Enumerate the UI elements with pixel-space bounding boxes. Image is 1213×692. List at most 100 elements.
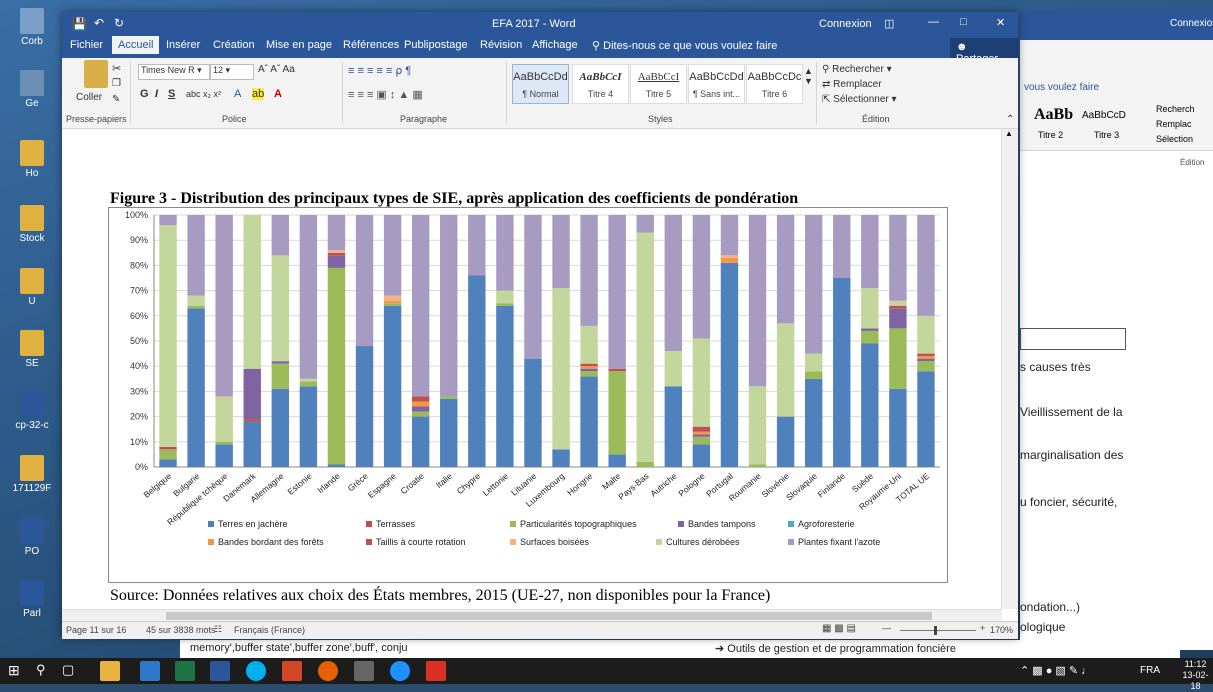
tab-fichier[interactable]: Fichier xyxy=(70,39,103,51)
view-icons[interactable]: ▦ ▩ ▤ xyxy=(822,623,856,634)
scroll-up-icon[interactable]: ▲ xyxy=(1005,129,1013,138)
paste-button[interactable]: Coller xyxy=(76,92,102,103)
font-size-select[interactable]: 12 ▾ xyxy=(210,64,254,80)
cut-icon[interactable]: ✂ xyxy=(112,62,121,75)
paste-icon[interactable] xyxy=(84,60,108,88)
firefox-icon[interactable] xyxy=(318,661,338,681)
bar-segment xyxy=(636,215,654,233)
background-signin[interactable]: Connexion xyxy=(1170,18,1213,29)
styles-scroll-icon[interactable]: ▲ ▼ xyxy=(804,66,813,86)
tab-references[interactable]: Références xyxy=(343,39,399,51)
text-effects-icon[interactable]: A xyxy=(234,88,241,100)
font-name-select[interactable]: Times New R ▾ xyxy=(138,64,210,80)
tab-mise-en-page[interactable]: Mise en page xyxy=(266,39,332,51)
maximize-icon[interactable]: □ xyxy=(960,16,967,28)
underline-icon[interactable]: S xyxy=(168,88,175,100)
document-area[interactable]: Figure 3 - Distribution des principaux t… xyxy=(62,129,1002,609)
ribbon-display-icon[interactable]: ◫ xyxy=(884,17,894,30)
bar-segment xyxy=(776,323,795,417)
style-sans-interligne[interactable]: AaBbCcDd ¶ Sans int... xyxy=(688,64,745,104)
background-find[interactable]: Recherch xyxy=(1156,102,1195,117)
search-icon[interactable]: ⚲ xyxy=(36,662,46,678)
file-explorer-icon[interactable] xyxy=(100,661,120,681)
copy-icon[interactable]: ❐ xyxy=(112,78,121,89)
word-count[interactable]: 45 sur 3838 mots xyxy=(146,625,216,635)
skype-icon[interactable] xyxy=(246,661,266,681)
zoom-level[interactable]: 170% xyxy=(990,625,1013,635)
app-icon[interactable] xyxy=(354,661,374,681)
select-button[interactable]: ⇱ Sélectionner ▾ xyxy=(822,92,897,107)
minimize-icon[interactable]: — xyxy=(928,16,939,28)
language-status[interactable]: Français (France) xyxy=(234,625,305,635)
style-titre5[interactable]: AaBbCcI Titre 5 xyxy=(630,64,687,104)
style-normal[interactable]: AaBbCcDd ¶ Normal xyxy=(512,64,569,104)
strike-icon[interactable]: abc x₂ x² xyxy=(186,89,221,99)
highlight-icon[interactable]: ab xyxy=(252,88,265,100)
tab-revision[interactable]: Révision xyxy=(480,39,522,51)
save-icon[interactable]: 💾 xyxy=(72,17,87,31)
desktop-icon-u[interactable]: U xyxy=(2,268,62,307)
tellme-box[interactable]: ⚲ Dites-nous ce que vous voulez faire xyxy=(592,39,777,52)
page-count[interactable]: Page 11 sur 16 xyxy=(66,625,126,635)
input-language[interactable]: FRA xyxy=(1140,665,1160,676)
bar-segment xyxy=(159,446,177,450)
desktop-icon-stock[interactable]: Stock xyxy=(2,205,62,244)
background-word-window[interactable]: Connexion vous voulez faire AaBb AaBbCcD… xyxy=(1020,10,1213,650)
replace-button[interactable]: ⇄ Remplacer xyxy=(822,77,897,92)
store-icon[interactable] xyxy=(140,661,160,681)
word-window[interactable]: 💾 ↶ ↻ EFA 2017 - Word Connexion ◫ — □ ✕ … xyxy=(62,12,1018,639)
proofing-icon[interactable]: ☷ xyxy=(214,624,222,635)
font-color-icon[interactable]: A xyxy=(274,88,282,100)
word-icon[interactable] xyxy=(210,661,230,681)
grow-font-icon[interactable]: Aˆ Aˇ Aa xyxy=(258,64,295,75)
zoom-slider-thumb[interactable] xyxy=(934,626,937,635)
italic-icon[interactable]: I xyxy=(155,88,158,100)
zoom-out-icon[interactable]: — xyxy=(882,623,891,633)
tab-publipostage[interactable]: Publipostage xyxy=(404,39,468,51)
bar-segment xyxy=(720,262,739,467)
excel-icon[interactable] xyxy=(175,661,195,681)
desktop-icon-po[interactable]: PO xyxy=(2,518,62,557)
bar-segment xyxy=(917,353,935,357)
tab-creation[interactable]: Création xyxy=(213,39,255,51)
vertical-scrollbar[interactable]: ▲ xyxy=(1001,129,1018,609)
background-replace[interactable]: Remplac xyxy=(1156,117,1195,132)
bar-segment xyxy=(608,454,626,467)
collapse-ribbon-icon[interactable]: ⌃ xyxy=(1006,114,1014,125)
bullets-icon[interactable]: ≡ ≡ ≡ ≡ ≡ ⍴ ¶ xyxy=(348,64,411,77)
style-name: ¶ Sans int... xyxy=(692,89,741,99)
style-titre4[interactable]: AaBbCcI Titre 4 xyxy=(572,64,629,104)
horizontal-scroll-thumb[interactable] xyxy=(166,612,932,620)
task-view-icon[interactable]: ▢ xyxy=(62,662,74,678)
tab-accueil[interactable]: Accueil xyxy=(112,36,160,54)
desktop-icon-171129f[interactable]: 171129F xyxy=(2,455,62,494)
bar-segment xyxy=(917,356,935,359)
tray-icons[interactable]: ⌃ ▩ ● ▧ ✎ ♩ xyxy=(1020,664,1092,677)
tab-affichage[interactable]: Affichage xyxy=(532,39,578,51)
desktop-icon-parl[interactable]: Parl xyxy=(2,580,62,619)
format-painter-icon[interactable]: ✎ xyxy=(112,94,120,105)
zoom-slider[interactable] xyxy=(900,630,976,631)
desktop-icon-ge[interactable]: Ge xyxy=(2,70,62,109)
clock[interactable]: 11:12 13-02-18 xyxy=(1178,659,1213,692)
edge-icon[interactable] xyxy=(390,661,410,681)
close-icon[interactable]: ✕ xyxy=(996,16,1005,29)
redo-icon[interactable]: ↻ xyxy=(114,16,124,30)
background-select[interactable]: Sélection xyxy=(1156,132,1195,147)
acrobat-icon[interactable] xyxy=(426,661,446,681)
desktop-icon-ho[interactable]: Ho xyxy=(2,140,62,179)
tab-inserer[interactable]: Insérer xyxy=(166,39,200,51)
style-titre6[interactable]: AaBbCcDc Titre 6 xyxy=(746,64,803,104)
desktop-icon-corbeille[interactable]: Corb xyxy=(2,8,62,47)
powerpoint-icon[interactable] xyxy=(282,661,302,681)
bold-icon[interactable]: G xyxy=(140,88,149,100)
align-icon[interactable]: ≡ ≡ ≡ ▣ ↕ ▲ ▦ xyxy=(348,88,423,101)
desktop-icon-se[interactable]: SE xyxy=(2,330,62,369)
background-textbox[interactable] xyxy=(1020,328,1126,350)
windows-start-icon[interactable]: ⊞ xyxy=(8,662,20,679)
undo-icon[interactable]: ↶ xyxy=(94,16,104,30)
desktop-icon-cp[interactable]: cp-32-c xyxy=(2,392,62,431)
zoom-in-icon[interactable]: + xyxy=(980,623,985,633)
find-button[interactable]: ⚲ Rechercher ▾ xyxy=(822,62,897,77)
signin-link[interactable]: Connexion xyxy=(819,18,872,30)
